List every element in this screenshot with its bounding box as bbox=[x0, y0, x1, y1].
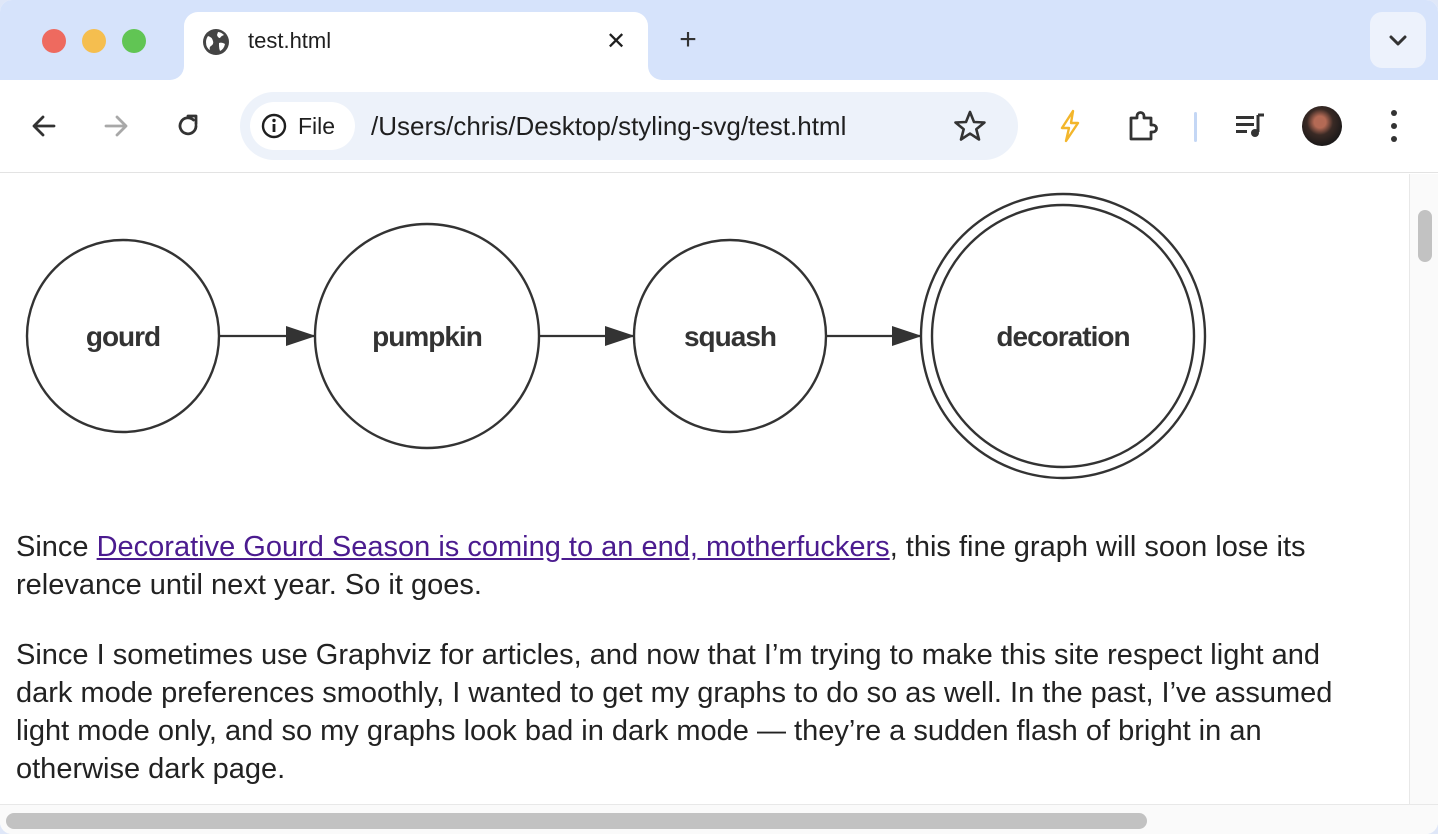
graph-node-decoration: decoration bbox=[919, 192, 1207, 480]
node-label: pumpkin bbox=[372, 321, 482, 352]
profile-avatar[interactable] bbox=[1302, 106, 1342, 146]
bookmark-star-icon[interactable] bbox=[952, 108, 988, 144]
more-menu-icon[interactable] bbox=[1376, 106, 1412, 146]
tab-test-html[interactable]: test.html ✕ bbox=[184, 12, 648, 80]
tab-search-button[interactable] bbox=[1370, 12, 1426, 68]
gourd-season-link[interactable]: Decorative Gourd Season is coming to an … bbox=[97, 531, 890, 563]
site-info-chip[interactable]: File bbox=[250, 102, 355, 150]
toolbar-divider bbox=[1194, 112, 1197, 142]
lightning-icon bbox=[1060, 109, 1080, 143]
reload-button[interactable] bbox=[168, 106, 208, 146]
horizontal-scrollbar-thumb[interactable] bbox=[6, 813, 1147, 829]
tab-title: test.html bbox=[248, 28, 332, 53]
node-label: decoration bbox=[996, 321, 1129, 352]
tab-strip: test.html ✕ + bbox=[0, 0, 1438, 80]
vertical-scrollbar[interactable] bbox=[1409, 174, 1438, 804]
node-label: gourd bbox=[86, 321, 160, 352]
media-controls-button[interactable] bbox=[1228, 104, 1272, 148]
article-paragraph-2: Since I sometimes use Graphviz for artic… bbox=[16, 639, 1333, 785]
article-paragraph-1: Since Decorative Gourd Season is coming … bbox=[16, 528, 1356, 604]
url-text[interactable]: /Users/chris/Desktop/styling-svg/test.ht… bbox=[371, 111, 846, 142]
graph-node-pumpkin: pumpkin bbox=[313, 222, 541, 450]
chevron-down-icon bbox=[1389, 35, 1407, 46]
arrow-left-icon bbox=[32, 115, 56, 137]
horizontal-scrollbar[interactable] bbox=[0, 804, 1438, 834]
close-window-button[interactable] bbox=[42, 29, 66, 53]
minimize-window-button[interactable] bbox=[82, 29, 106, 53]
vertical-scrollbar-thumb[interactable] bbox=[1418, 210, 1432, 262]
forward-button[interactable] bbox=[96, 106, 136, 146]
puzzle-icon bbox=[1129, 111, 1158, 141]
globe-icon bbox=[203, 29, 229, 55]
reload-icon bbox=[178, 114, 198, 136]
zoom-window-button[interactable] bbox=[122, 29, 146, 53]
address-bar[interactable]: File /Users/chris/Desktop/styling-svg/te… bbox=[240, 92, 1018, 160]
lightning-extension-button[interactable] bbox=[1048, 104, 1092, 148]
playlist-music-icon bbox=[1236, 113, 1264, 137]
paragraph-text: Since bbox=[16, 531, 97, 563]
gourd-graph: gourd pumpkin squash decoration bbox=[25, 192, 1207, 480]
browser-window: test.html ✕ + File /Users/chris/Desktop/… bbox=[0, 0, 1438, 834]
node-label: squash bbox=[684, 321, 776, 352]
new-tab-button[interactable]: + bbox=[670, 22, 706, 58]
graph-node-gourd: gourd bbox=[25, 238, 221, 434]
toolbar: File /Users/chris/Desktop/styling-svg/te… bbox=[0, 80, 1438, 173]
back-button[interactable] bbox=[24, 106, 64, 146]
page-content: gourd pumpkin squash decoration Since De… bbox=[0, 174, 1409, 804]
info-icon bbox=[261, 113, 287, 139]
close-tab-icon[interactable]: ✕ bbox=[600, 25, 632, 57]
graph-node-squash: squash bbox=[632, 238, 828, 434]
site-info-label: File bbox=[298, 112, 336, 139]
arrow-right-icon bbox=[104, 115, 128, 137]
extensions-button[interactable] bbox=[1120, 104, 1164, 148]
